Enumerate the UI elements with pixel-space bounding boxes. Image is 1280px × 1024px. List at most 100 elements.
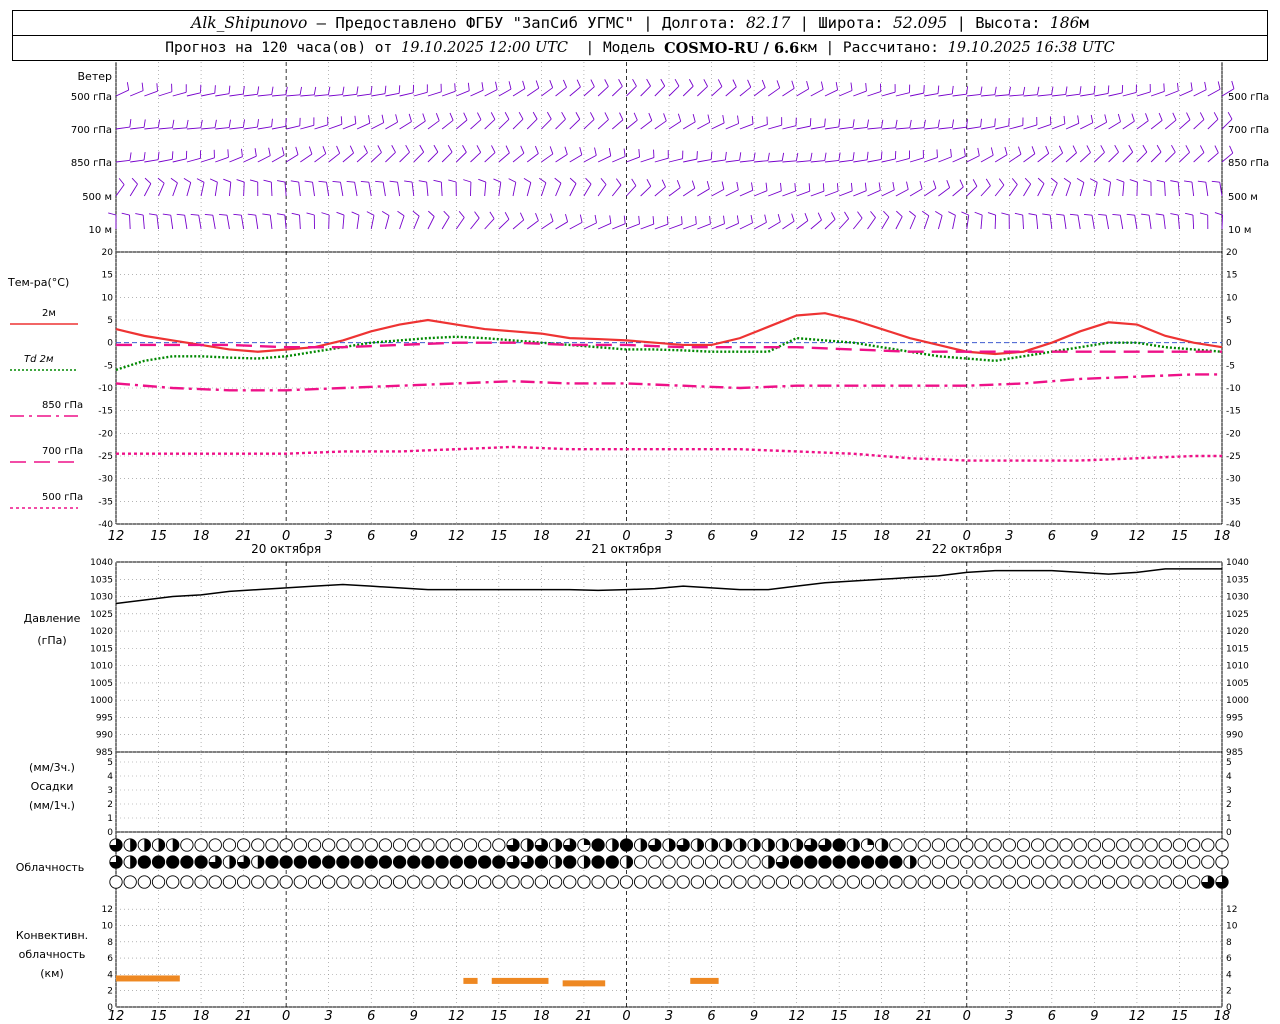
wind-barb [668,187,681,197]
wind-barb [824,159,839,163]
wind-barb-flag [1143,179,1152,183]
cloud-symbol-fill [583,855,591,869]
wind-barb-flag [478,178,486,183]
wind-barb [440,181,443,197]
wind-barb-flag [519,212,525,221]
wind-barb [229,93,244,97]
wind-barb-flag [1065,86,1068,95]
wind-barb-flag [804,213,809,221]
wind-barb [1193,89,1207,97]
wind-barb [824,190,839,197]
x-tick-label-bottom: 15 [831,1009,848,1024]
wind-barb-flag [398,85,401,94]
cloud-symbol [180,838,194,852]
wind-barb [909,92,924,97]
precip-ytick-left: 5 [107,758,113,768]
wind-barb-flag [972,179,978,187]
wind-barb-flag [481,82,484,91]
cloud-symbol [378,875,393,889]
wind-barb [526,87,540,97]
wind-barb-flag [1056,213,1065,216]
wind-barb [1079,182,1085,197]
cloud-symbol [350,875,364,889]
cloud-symbol-fill [308,855,321,869]
wind-barb [186,92,201,97]
wind-barb [470,217,480,230]
wind-barb-flag [908,210,916,217]
wind-barb-flag [585,177,592,185]
wind-barb-flag [491,145,496,153]
precip-ytick-right: 1 [1226,814,1232,824]
wind-barb-flag [951,85,954,94]
wind-barb-flag [919,181,923,189]
wind-barb [342,93,357,97]
wind-barb [300,153,313,163]
wind-barb-flag [994,118,996,127]
wind-barb-flag [937,85,940,94]
wind-barb-flag [397,210,405,217]
x-tick-label-bottom: 12 [788,1009,805,1024]
cloud-symbol [194,838,208,852]
wind-barb [881,189,895,197]
temp-ytick-right: 5 [1226,316,1232,326]
wind-barb [342,215,345,230]
wind-barb [441,90,456,97]
wind-barb-flag [508,178,517,183]
cloud-symbol [775,875,790,889]
x-tick-label-upper: 12 [1129,529,1146,544]
temp-ytick-left: -25 [98,452,113,462]
wind-barb [342,123,357,130]
cloud-symbol [931,875,946,889]
cloud-symbol [449,838,463,852]
cloud-symbol [1144,855,1158,869]
wind-barb-flag [321,212,330,216]
wind-barb [1079,152,1091,163]
wind-barb [796,220,809,230]
cloud-symbol [1045,855,1059,869]
wind-barb-flag [817,212,822,221]
wind-barb-flag [121,212,130,216]
wind-barb [411,182,415,197]
wind-barb [1148,215,1152,230]
cloud-symbol [293,875,307,889]
wind-barb [839,126,854,130]
wind-barb-flag [176,213,185,216]
wind-barb [526,182,532,197]
wind-barb [682,121,696,130]
wind-barb-flag [646,179,652,187]
wind-barb [228,182,232,197]
wind-barb-flag [1114,144,1119,153]
x-tick-label-upper: 15 [150,529,167,544]
temp-ytick-right: -10 [1226,384,1241,394]
wind-barb [142,215,145,230]
wind-barb-flag [1145,113,1149,121]
wind-barb [143,183,152,197]
wind-barb [895,127,910,130]
cloud-symbol [1215,838,1229,852]
wind-barb-flag [638,215,640,224]
wind-barb-flag [1214,145,1219,153]
wind-barb [1065,182,1072,197]
wind-barb [739,86,752,97]
wind-barb [697,223,711,230]
convective-cloud-bar [463,977,478,984]
temp-legend-label: 500 гПа [42,492,83,503]
wind-barb-flag [1069,213,1079,216]
cloud-symbol [520,875,534,889]
wind-barb-flag [703,79,708,87]
wind-barb-flag [579,147,583,155]
wind-barb-flag [1011,178,1018,185]
wind-barb-flag [563,79,567,88]
wind-barb-flag [677,113,682,122]
precip-ytick-right: 0 [1226,828,1232,838]
wind-barb [541,87,553,97]
wind-barb [129,183,138,197]
cloud-symbol-fill [172,838,179,852]
cloud-symbol [676,875,690,889]
temp-legend-label: Td 2м [24,354,54,365]
cloud-symbol [974,875,988,889]
wind-barb-flag [895,119,898,128]
wind-barb [1023,94,1038,97]
wind-barb-flag [1089,178,1098,183]
pressure-ytick-right: 1005 [1226,679,1249,689]
